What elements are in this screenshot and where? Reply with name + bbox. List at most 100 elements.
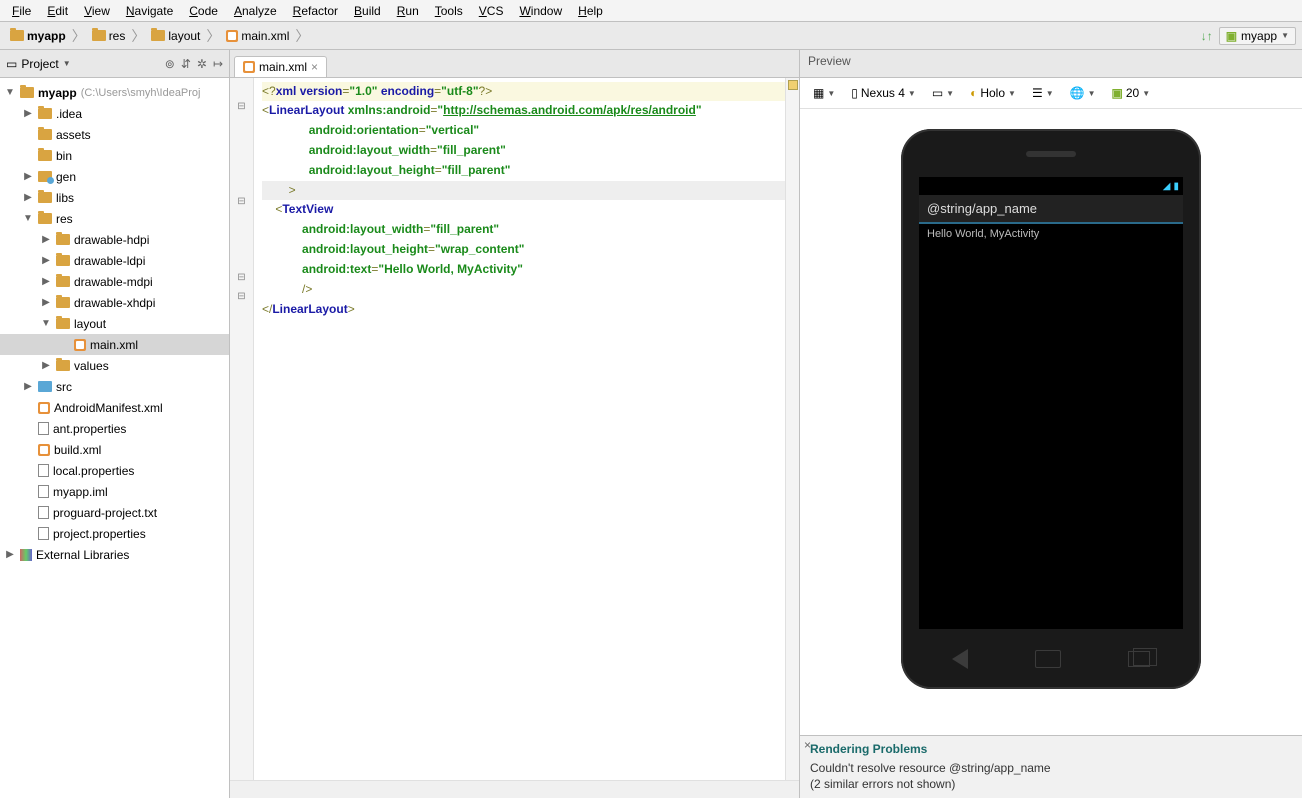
menu-edit[interactable]: Edit bbox=[39, 2, 76, 20]
menu-code[interactable]: Code bbox=[181, 2, 226, 20]
expand-arrow[interactable]: ▶ bbox=[40, 360, 52, 371]
expand-arrow[interactable]: ▼ bbox=[40, 318, 52, 329]
expand-arrow[interactable]: ▶ bbox=[22, 171, 34, 182]
tree-item[interactable]: myapp.iml bbox=[0, 481, 229, 502]
menu-view[interactable]: View bbox=[76, 2, 118, 20]
expand-arrow[interactable]: ▶ bbox=[22, 192, 34, 203]
code-content[interactable]: <?xml version="1.0" encoding="utf-8"?> <… bbox=[254, 78, 799, 780]
code-line[interactable]: android:layout_width="fill_parent" bbox=[262, 222, 499, 236]
tree-item[interactable]: build.xml bbox=[0, 439, 229, 460]
tree-item[interactable]: ▶values bbox=[0, 355, 229, 376]
project-tree[interactable]: ▼ myapp (C:\Users\smyh\IdeaProj ▶.ideaas… bbox=[0, 78, 229, 798]
chevron-down-icon[interactable]: ▼ bbox=[63, 59, 71, 68]
menu-build[interactable]: Build bbox=[346, 2, 389, 20]
expand-arrow[interactable]: ▶ bbox=[40, 297, 52, 308]
editor-scrollbar[interactable] bbox=[230, 780, 799, 798]
tree-item[interactable]: ▶src bbox=[0, 376, 229, 397]
menu-refactor[interactable]: Refactor bbox=[285, 2, 346, 20]
tree-item[interactable]: bin bbox=[0, 145, 229, 166]
code-line[interactable]: android:orientation="vertical" bbox=[262, 123, 479, 137]
gutter-mark[interactable]: ⊟ bbox=[230, 287, 253, 306]
device-selector[interactable]: ▯ Nexus 4▼ bbox=[846, 84, 921, 102]
menu-tools[interactable]: Tools bbox=[427, 2, 471, 20]
expand-arrow[interactable]: ▶ bbox=[4, 549, 16, 560]
breadcrumb-item[interactable]: layout bbox=[147, 27, 204, 45]
gutter-mark[interactable] bbox=[230, 154, 253, 173]
api-selector[interactable]: ▣20▼ bbox=[1107, 84, 1156, 102]
tree-item[interactable]: ▶gen bbox=[0, 166, 229, 187]
tree-root[interactable]: ▼ myapp (C:\Users\smyh\IdeaProj bbox=[0, 82, 229, 103]
menu-analyze[interactable]: Analyze bbox=[226, 2, 285, 20]
expand-arrow[interactable]: ▶ bbox=[40, 255, 52, 266]
gutter-mark[interactable]: ⊟ bbox=[230, 268, 253, 287]
tree-item[interactable]: assets bbox=[0, 124, 229, 145]
close-icon[interactable]: × bbox=[804, 738, 811, 752]
close-icon[interactable]: × bbox=[311, 60, 318, 74]
gutter-mark[interactable] bbox=[230, 230, 253, 249]
menu-vcs[interactable]: VCS bbox=[471, 2, 512, 20]
tree-item[interactable]: ▶drawable-hdpi bbox=[0, 229, 229, 250]
tree-item[interactable]: ▶libs bbox=[0, 187, 229, 208]
expand-arrow[interactable]: ▶ bbox=[22, 381, 34, 392]
gutter-mark[interactable] bbox=[230, 116, 253, 135]
module-selector[interactable]: ▣ myapp ▼ bbox=[1219, 27, 1296, 45]
sync-icon[interactable]: ↓↑ bbox=[1201, 29, 1213, 43]
tree-item[interactable]: ▶drawable-ldpi bbox=[0, 250, 229, 271]
expand-arrow[interactable]: ▶ bbox=[40, 276, 52, 287]
code-line[interactable]: android:text="Hello World, MyActivity" bbox=[262, 262, 523, 276]
menu-window[interactable]: Window bbox=[511, 2, 570, 20]
warning-marker[interactable] bbox=[788, 80, 798, 90]
tree-item[interactable]: ▶drawable-xhdpi bbox=[0, 292, 229, 313]
expand-arrow[interactable]: ▼ bbox=[22, 213, 34, 224]
menu-help[interactable]: Help bbox=[570, 2, 611, 20]
expand-arrow[interactable]: ▶ bbox=[40, 234, 52, 245]
hide-icon[interactable]: ↦ bbox=[213, 57, 223, 71]
tree-item[interactable]: local.properties bbox=[0, 460, 229, 481]
gutter-mark[interactable] bbox=[230, 249, 253, 268]
gutter-mark[interactable]: ⊟ bbox=[230, 192, 253, 211]
tree-item[interactable]: ▶drawable-mdpi bbox=[0, 271, 229, 292]
locale-button[interactable]: 🌐▼ bbox=[1065, 84, 1101, 102]
collapse-icon[interactable]: ⇵ bbox=[181, 57, 191, 71]
code-line[interactable]: </LinearLayout> bbox=[262, 302, 355, 316]
gutter-mark[interactable] bbox=[230, 135, 253, 154]
code-line[interactable]: android:layout_height="wrap_content" bbox=[262, 242, 524, 256]
menu-navigate[interactable]: Navigate bbox=[118, 2, 181, 20]
tree-item[interactable]: proguard-project.txt bbox=[0, 502, 229, 523]
expand-arrow[interactable]: ▼ bbox=[4, 87, 16, 98]
menu-file[interactable]: File bbox=[4, 2, 39, 20]
code-line[interactable]: android:layout_height="fill_parent" bbox=[262, 163, 510, 177]
gutter-mark[interactable] bbox=[230, 78, 253, 97]
orientation-button[interactable]: ▭▼ bbox=[927, 84, 959, 102]
breadcrumb-item[interactable]: main.xml bbox=[222, 27, 293, 45]
gutter-mark[interactable]: ⊟ bbox=[230, 97, 253, 116]
tree-item[interactable]: ant.properties bbox=[0, 418, 229, 439]
code-line[interactable]: <TextView bbox=[262, 202, 333, 216]
code-line[interactable]: <LinearLayout xmlns:android="http://sche… bbox=[262, 103, 702, 117]
code-line[interactable]: /> bbox=[262, 282, 312, 296]
gear-icon[interactable]: ✲ bbox=[197, 57, 207, 71]
render-config-button[interactable]: ▦▼ bbox=[808, 84, 840, 102]
tree-item[interactable]: project.properties bbox=[0, 523, 229, 544]
gutter-mark[interactable] bbox=[230, 211, 253, 230]
tree-external-libs[interactable]: ▶ External Libraries bbox=[0, 544, 229, 565]
editor-body[interactable]: ⊟⊟⊟⊟ <?xml version="1.0" encoding="utf-8… bbox=[230, 78, 799, 780]
editor-tab-main-xml[interactable]: main.xml × bbox=[234, 56, 327, 77]
layout-button[interactable]: ☰▼ bbox=[1027, 84, 1059, 102]
breadcrumb-item[interactable]: myapp bbox=[6, 27, 70, 45]
code-line[interactable]: > bbox=[262, 181, 791, 200]
tree-item[interactable]: ▶.idea bbox=[0, 103, 229, 124]
code-line[interactable]: <?xml version="1.0" encoding="utf-8"?> bbox=[262, 82, 791, 101]
gutter-mark[interactable] bbox=[230, 173, 253, 192]
menu-run[interactable]: Run bbox=[389, 2, 427, 20]
tree-item[interactable]: ▼res bbox=[0, 208, 229, 229]
target-icon[interactable]: ⊚ bbox=[165, 57, 175, 71]
editor-marker-strip[interactable] bbox=[785, 78, 799, 780]
expand-arrow[interactable]: ▶ bbox=[22, 108, 34, 119]
theme-selector[interactable]: ◐ Holo▼ bbox=[965, 84, 1021, 102]
breadcrumb-item[interactable]: res bbox=[88, 27, 130, 45]
tree-item[interactable]: main.xml bbox=[0, 334, 229, 355]
code-line[interactable]: android:layout_width="fill_parent" bbox=[262, 143, 506, 157]
tree-item[interactable]: ▼layout bbox=[0, 313, 229, 334]
tree-item[interactable]: AndroidManifest.xml bbox=[0, 397, 229, 418]
